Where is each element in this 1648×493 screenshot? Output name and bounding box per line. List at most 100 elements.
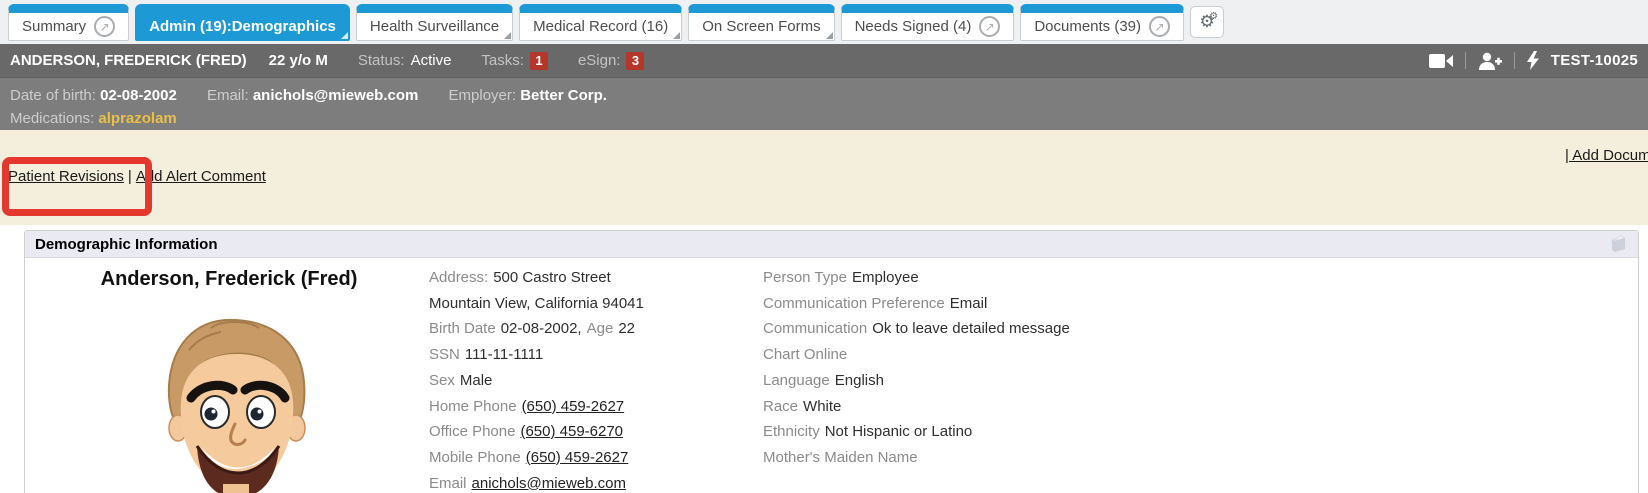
- esign-label: eSign:: [578, 52, 621, 69]
- panel-title: Demographic Information: [35, 236, 218, 253]
- tab-on-screen-forms[interactable]: On Screen Forms: [688, 4, 834, 41]
- mothers-maiden-name-row: Mother's Maiden Name: [763, 445, 1193, 471]
- person-type-row: Person Type Employee: [763, 265, 1193, 291]
- alert-links: Patient Revisions|Add Alert Comment: [8, 168, 266, 185]
- home-phone-link[interactable]: (650) 459-2627: [522, 398, 625, 415]
- add-document-link[interactable]: | Add Document: [1565, 147, 1648, 164]
- medications-label: Medications:: [10, 110, 94, 127]
- video-camera-icon[interactable]: [1429, 53, 1453, 69]
- tab-health-surveillance[interactable]: Health Surveillance: [356, 4, 513, 41]
- patient-info-bar: Date of birth: 02-08-2002 Email: anichol…: [0, 78, 1648, 130]
- ssn-row: SSN 111-11-1111: [429, 342, 759, 368]
- field-label: Office Phone: [429, 423, 515, 440]
- chart-online-row: Chart Online: [763, 342, 1193, 368]
- external-link-circle-icon[interactable]: ↗: [94, 16, 115, 37]
- panel-header: Demographic Information: [25, 231, 1638, 258]
- field-value: 02-08-2002,: [501, 320, 582, 337]
- address-row: Address:500 Castro Street: [429, 265, 759, 291]
- esign-count-badge[interactable]: 3: [626, 52, 644, 70]
- email-value: anichols@mieweb.com: [253, 87, 419, 104]
- tasks-label: Tasks:: [481, 52, 524, 69]
- add-person-icon[interactable]: [1478, 52, 1502, 70]
- demographics-right-column: Person Type Employee Communication Prefer…: [763, 265, 1193, 471]
- race-row: RaceWhite: [763, 394, 1193, 420]
- field-label: Birth Date: [429, 320, 496, 337]
- patient-status-bar: ANDERSON, FREDERICK (FRED) 22 y/o M Stat…: [0, 44, 1648, 78]
- tab-needs-signed[interactable]: Needs Signed (4) ↗: [841, 4, 1015, 41]
- tab-summary[interactable]: Summary ↗: [8, 4, 129, 41]
- field-value: Mountain View, California 94041: [429, 295, 644, 312]
- field-label: Email: [429, 475, 467, 492]
- communication-row: Communication Ok to leave detailed messag…: [763, 316, 1193, 342]
- field-label: Communication Preference: [763, 295, 945, 312]
- tab-label: Documents (39): [1034, 18, 1141, 35]
- field-label: Language: [763, 372, 830, 389]
- status-label: Status:: [358, 52, 405, 69]
- patient-display-name: Anderson, Frederick (Fred): [61, 268, 397, 291]
- field-value: Employee: [852, 269, 919, 286]
- status-value: Active: [411, 52, 452, 69]
- language-row: Language English: [763, 368, 1193, 394]
- mobile-phone-row: Mobile Phone (650) 459-2627: [429, 445, 759, 471]
- field-label: Mobile Phone: [429, 449, 521, 466]
- field-value: 500 Castro Street: [493, 269, 611, 286]
- field-value: 111-11-1111: [465, 346, 543, 363]
- external-link-circle-icon[interactable]: ↗: [979, 16, 1000, 37]
- add-alert-comment-link[interactable]: Add Alert Comment: [136, 168, 266, 185]
- home-phone-row: Home Phone (650) 459-2627: [429, 394, 759, 420]
- email-label: Email:: [207, 87, 249, 104]
- field-value: Ok to leave detailed message: [872, 320, 1070, 337]
- tab-label: Needs Signed (4): [855, 18, 972, 35]
- gears-icon-small: ⚙: [1209, 12, 1218, 22]
- ethnicity-row: EthnicityNot Hispanic or Latino: [763, 419, 1193, 445]
- field-label: Age: [587, 320, 614, 337]
- field-value: Male: [460, 372, 493, 389]
- tasks-count-badge[interactable]: 1: [530, 52, 548, 70]
- patient-revisions-link[interactable]: Patient Revisions: [8, 168, 124, 185]
- field-value: Email: [950, 295, 988, 312]
- dob-value: 02-08-2002: [100, 87, 177, 104]
- tab-medical-record[interactable]: Medical Record (16): [519, 4, 682, 41]
- medication-value[interactable]: alprazolam: [98, 110, 176, 127]
- tab-label: Summary: [22, 18, 86, 35]
- field-value: 22: [618, 320, 635, 337]
- dropdown-fold-icon: [504, 32, 511, 39]
- communication-preference-row: Communication Preference Email: [763, 291, 1193, 317]
- employer-label: Employer:: [449, 87, 517, 104]
- settings-button[interactable]: ⚙ ⚙: [1190, 6, 1224, 38]
- dob-label: Date of birth:: [10, 87, 96, 104]
- sex-row: Sex Male: [429, 368, 759, 394]
- field-value: English: [835, 372, 884, 389]
- field-label: Home Phone: [429, 398, 517, 415]
- field-label: Communication: [763, 320, 867, 337]
- field-label: Ethnicity: [763, 423, 820, 440]
- field-label: Chart Online: [763, 346, 847, 363]
- link-separator: |: [124, 168, 136, 185]
- field-label: Sex: [429, 372, 455, 389]
- address-row-2: Mountain View, California 94041: [429, 291, 759, 317]
- external-link-circle-icon[interactable]: ↗: [1149, 16, 1170, 37]
- tab-label: Medical Record (16): [533, 18, 668, 35]
- page: Summary ↗ Admin (19):Demographics Health…: [0, 0, 1648, 493]
- tab-documents[interactable]: Documents (39) ↗: [1020, 4, 1184, 41]
- field-label: Person Type: [763, 269, 847, 286]
- journal-book-icon[interactable]: [1608, 235, 1628, 257]
- field-label: SSN: [429, 346, 460, 363]
- lightning-bolt-icon[interactable]: [1527, 51, 1539, 70]
- email-link[interactable]: anichols@mieweb.com: [472, 475, 626, 492]
- tab-label: Admin (19):Demographics: [149, 18, 336, 35]
- dropdown-fold-icon: [341, 32, 348, 39]
- office-phone-link[interactable]: (650) 459-6270: [520, 423, 623, 440]
- divider: [1465, 52, 1466, 69]
- field-value: White: [803, 398, 841, 415]
- cartoon-patient-avatar: [129, 306, 341, 493]
- patient-name-header: ANDERSON, FREDERICK (FRED): [10, 52, 247, 69]
- dropdown-fold-icon: [673, 32, 680, 39]
- divider: [1514, 52, 1515, 69]
- tab-admin-demographics[interactable]: Admin (19):Demographics: [135, 4, 350, 41]
- employer-value: Better Corp.: [520, 87, 607, 104]
- add-document-link-wrap: | Add Document: [1565, 147, 1648, 164]
- alert-strip: Patient Revisions|Add Alert Comment | Ad…: [0, 130, 1648, 225]
- chart-id: TEST-10025: [1551, 52, 1638, 69]
- mobile-phone-link[interactable]: (650) 459-2627: [526, 449, 629, 466]
